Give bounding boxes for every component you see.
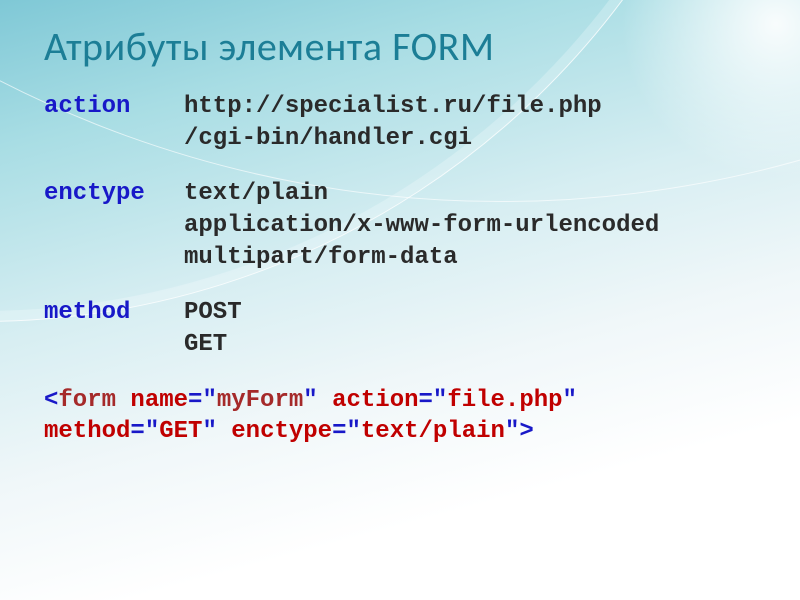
code-token: text/plain — [361, 418, 505, 445]
attr-value: http://specialist.ru/file.php — [184, 91, 760, 123]
code-token: = — [130, 418, 144, 445]
slide-title: Атрибуты элемента FORM — [44, 22, 760, 71]
attr-row-action: action http://specialist.ru/file.php /cg… — [44, 91, 760, 154]
code-line: <form name="myForm" action="file.php" — [44, 385, 760, 417]
slide: Атрибуты элемента FORM action http://spe… — [0, 0, 800, 600]
code-token — [318, 387, 332, 414]
attr-row-enctype: enctype text/plain application/x-www-for… — [44, 178, 760, 273]
attr-value: multipart/form-data — [184, 242, 760, 274]
attributes-table: action http://specialist.ru/file.php /cg… — [44, 91, 760, 361]
attr-value: POST — [184, 297, 760, 329]
attr-label: method — [44, 297, 184, 360]
attr-row-method: method POST GET — [44, 297, 760, 360]
code-token: GET — [159, 418, 202, 445]
code-token: = — [419, 387, 433, 414]
attr-values: http://specialist.ru/file.php /cgi-bin/h… — [184, 91, 760, 154]
code-token: " — [433, 387, 447, 414]
code-token: method — [44, 418, 130, 445]
code-token: = — [188, 387, 202, 414]
code-token: " — [505, 418, 519, 445]
attr-values: text/plain application/x-www-form-urlenc… — [184, 178, 760, 273]
code-token: " — [347, 418, 361, 445]
code-token — [116, 387, 130, 414]
attr-value: /cgi-bin/handler.cgi — [184, 123, 760, 155]
attr-value: application/x-www-form-urlencoded — [184, 210, 760, 242]
code-token: file.php — [447, 387, 562, 414]
code-token: enctype — [231, 418, 332, 445]
code-token: name — [130, 387, 188, 414]
attr-value: GET — [184, 329, 760, 361]
code-token: > — [519, 418, 533, 445]
code-token: " — [563, 387, 577, 414]
code-example: <form name="myForm" action="file.php" me… — [44, 385, 760, 448]
slide-content: Атрибуты элемента FORM action http://spe… — [0, 0, 800, 478]
code-token: < — [44, 387, 58, 414]
attr-label: enctype — [44, 178, 184, 273]
code-token: " — [202, 387, 216, 414]
code-token — [217, 418, 231, 445]
code-token: myForm — [217, 387, 303, 414]
attr-values: POST GET — [184, 297, 760, 360]
code-token: " — [145, 418, 159, 445]
code-token: = — [332, 418, 346, 445]
code-token: action — [332, 387, 418, 414]
attr-label: action — [44, 91, 184, 154]
code-line: method="GET" enctype="text/plain"> — [44, 416, 760, 448]
code-token: " — [202, 418, 216, 445]
code-token: " — [303, 387, 317, 414]
code-token: form — [58, 387, 116, 414]
attr-value: text/plain — [184, 178, 760, 210]
